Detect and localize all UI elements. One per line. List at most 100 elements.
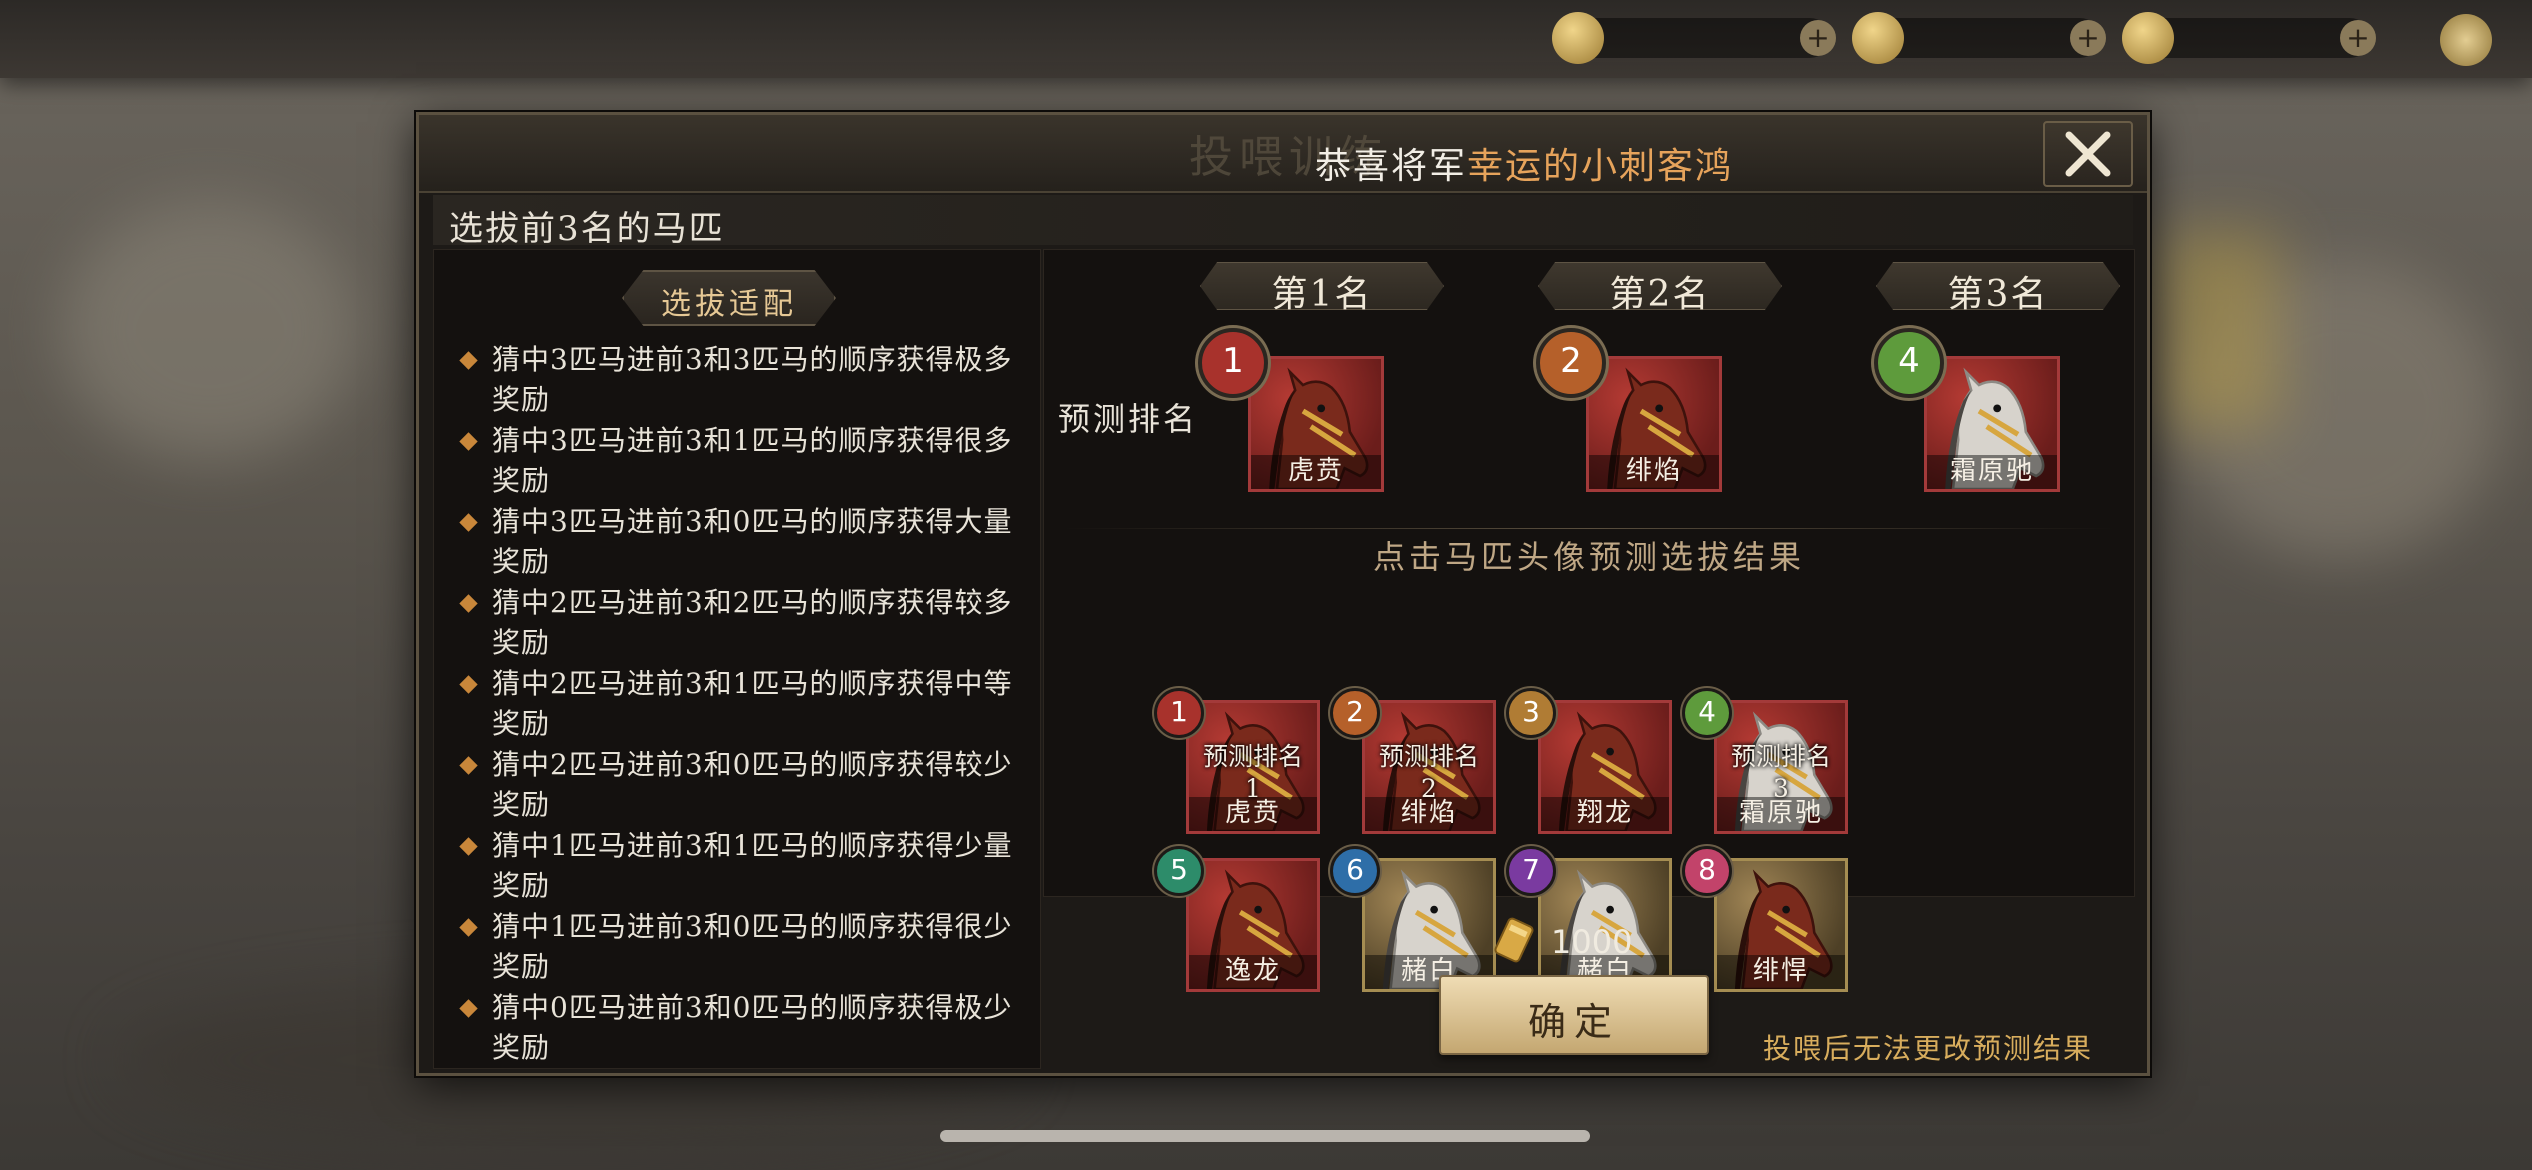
rank-label: 第1名 xyxy=(1271,274,1373,315)
rule-text: 猜中2匹马进前3和0匹马的顺序获得较少奖励 xyxy=(492,748,1013,821)
close-button[interactable] xyxy=(2043,121,2133,187)
feed-cost: 1000 xyxy=(1491,915,1632,965)
rank-1-badge: 1 xyxy=(1198,328,1268,398)
rank-3-slot[interactable]: 霜原驰 xyxy=(1924,356,2060,492)
rule-item: 猜中2匹马进前3和0匹马的顺序获得较少奖励 xyxy=(458,745,1028,826)
rule-text: 猜中3匹马进前3和3匹马的顺序获得极多奖励 xyxy=(492,343,1013,416)
subtitle-bar: 选拔前3名的马匹 xyxy=(433,195,2133,249)
rank-1-tag: 第1名 xyxy=(1200,262,1444,310)
feed-scroll-icon xyxy=(1494,917,1534,963)
horse-number-badge: 4 xyxy=(1682,688,1732,738)
rank-label: 第3名 xyxy=(1947,274,2049,315)
rule-item: 猜中2匹马进前3和2匹马的顺序获得较多奖励 xyxy=(458,583,1028,664)
horse-name: 逸龙 xyxy=(1189,955,1317,989)
close-icon xyxy=(2065,131,2111,177)
player-name: 幸运的小刺客鸿 xyxy=(1467,146,1734,187)
bullet-icon xyxy=(459,594,478,613)
background-blur xyxy=(60,200,360,460)
horse-card[interactable]: 预测排名 1 虎贲 xyxy=(1186,700,1320,834)
resource-slot[interactable]: + xyxy=(1552,12,1836,64)
predicted-rank-overlay: 预测排名 2 xyxy=(1378,742,1479,803)
horse-number-badge: 8 xyxy=(1682,846,1732,896)
congrats-banner: 恭喜将军幸运的小刺客鸿 xyxy=(1315,137,1733,189)
horse-name: 霜原驰 xyxy=(1717,797,1845,831)
dialog-header: 投喂训练 恭喜将军幸运的小刺客鸿 xyxy=(419,115,2147,193)
resource-slot[interactable]: + xyxy=(1852,12,2106,64)
rank-2-tag: 第2名 xyxy=(1538,262,1782,310)
plus-icon[interactable]: + xyxy=(2070,20,2106,56)
feed-training-dialog: 投喂训练 恭喜将军幸运的小刺客鸿 选拔前3名的马匹 选拔适配 猜中3匹马进前3和… xyxy=(416,112,2150,1076)
horse-name: 绯焰 xyxy=(1589,455,1719,489)
bullet-icon xyxy=(459,432,478,451)
horse-number-badge: 1 xyxy=(1154,688,1204,738)
rule-text: 猜中3匹马进前3和0匹马的顺序获得大量奖励 xyxy=(492,505,1013,578)
rank-3-badge: 4 xyxy=(1874,328,1944,398)
rule-text: 猜中1匹马进前3和0匹马的顺序获得很少奖励 xyxy=(492,910,1013,983)
plus-icon[interactable]: + xyxy=(2340,20,2376,56)
horse-name: 霜原驰 xyxy=(1927,455,2057,489)
bullet-icon xyxy=(459,675,478,694)
congrats-prefix: 恭喜将军 xyxy=(1315,146,1468,187)
bullet-icon xyxy=(459,756,478,775)
cost-value: 1000 xyxy=(1551,923,1633,961)
rank-2-slot[interactable]: 绯焰 xyxy=(1586,356,1722,492)
top-resource-bar: + + + xyxy=(0,0,2532,78)
divider xyxy=(1064,528,2114,529)
horse-card[interactable]: 预测排名 3 霜原驰 xyxy=(1714,700,1848,834)
subtitle: 选拔前3名的马匹 xyxy=(449,209,725,249)
predicted-rank-overlay: 预测排名 3 xyxy=(1730,742,1831,803)
rules-list: 猜中3匹马进前3和3匹马的顺序获得极多奖励 猜中3匹马进前3和1匹马的顺序获得很… xyxy=(458,340,1028,1069)
horse-number-badge: 2 xyxy=(1330,688,1380,738)
rules-tag: 选拔适配 xyxy=(622,270,836,326)
confirm-button[interactable]: 确定 xyxy=(1439,975,1709,1055)
plus-icon[interactable]: + xyxy=(1800,20,1836,56)
rule-item: 猜中3匹马进前3和0匹马的顺序获得大量奖励 xyxy=(458,502,1028,583)
horse-card[interactable]: 赭白 xyxy=(1362,858,1496,992)
background-banner xyxy=(2160,230,2280,430)
rule-item: 猜中3匹马进前3和3匹马的顺序获得极多奖励 xyxy=(458,340,1028,421)
horse-number-badge: 3 xyxy=(1506,688,1556,738)
bullet-icon xyxy=(459,351,478,370)
rank-2-badge: 2 xyxy=(1536,328,1606,398)
confirm-label: 确定 xyxy=(1527,1000,1620,1044)
rule-text: 猜中2匹马进前3和1匹马的顺序获得中等奖励 xyxy=(492,667,1013,740)
reward-rules-panel: 选拔适配 猜中3匹马进前3和3匹马的顺序获得极多奖励 猜中3匹马进前3和1匹马的… xyxy=(433,249,1041,1069)
horse-name: 虎贲 xyxy=(1189,797,1317,831)
rule-text: 猜中2匹马进前3和2匹马的顺序获得较多奖励 xyxy=(492,586,1013,659)
horse-name: 绯悍 xyxy=(1717,955,1845,989)
prediction-panel: 第1名 第2名 第3名 预测排名 虎贲 1 绯焰 2 霜原驰 4 点击马匹头像预… xyxy=(1043,249,2135,992)
rule-item: 猜中1匹马进前3和0匹马的顺序获得很少奖励 xyxy=(458,907,1028,988)
horse-number-badge: 5 xyxy=(1154,846,1204,896)
horse-card[interactable]: 逸龙 xyxy=(1186,858,1320,992)
bullet-icon xyxy=(459,837,478,856)
horse-card[interactable]: 翔龙 xyxy=(1538,700,1672,834)
rule-item: 猜中2匹马进前3和1匹马的顺序获得中等奖励 xyxy=(458,664,1028,745)
horse-name: 绯焰 xyxy=(1365,797,1493,831)
horse-name: 翔龙 xyxy=(1541,797,1669,831)
rules-tag-label: 选拔适配 xyxy=(661,287,797,322)
rule-item: 猜中3匹马进前3和1匹马的顺序获得很多奖励 xyxy=(458,421,1028,502)
home-indicator[interactable] xyxy=(940,1130,1590,1142)
bullet-icon xyxy=(459,999,478,1018)
predicted-rank-overlay: 预测排名 1 xyxy=(1202,742,1303,803)
horse-card[interactable]: 预测排名 2 绯焰 xyxy=(1362,700,1496,834)
bullet-icon xyxy=(459,918,478,937)
rule-text: 猜中1匹马进前3和1匹马的顺序获得少量奖励 xyxy=(492,829,1013,902)
rule-item: 猜中1匹马进前3和1匹马的顺序获得少量奖励 xyxy=(458,826,1028,907)
menu-icon[interactable] xyxy=(2440,14,2492,66)
horse-card[interactable]: 绯悍 xyxy=(1714,858,1848,992)
horse-name: 虎贲 xyxy=(1251,455,1381,489)
rank-label: 第2名 xyxy=(1609,274,1711,315)
rule-text: 猜中3匹马进前3和1匹马的顺序获得很多奖励 xyxy=(492,424,1013,497)
gold-icon xyxy=(1552,12,1604,64)
horse-number-badge: 7 xyxy=(1506,846,1556,896)
prediction-hint: 点击马匹头像预测选拔结果 xyxy=(1372,538,1805,576)
resource-slot[interactable]: + xyxy=(2122,12,2376,64)
rank-1-slot[interactable]: 虎贲 xyxy=(1248,356,1384,492)
prediction-label: 预测排名 xyxy=(1058,400,1199,438)
coin-icon xyxy=(1852,12,1904,64)
rank-3-tag: 第3名 xyxy=(1876,262,2120,310)
rule-text: 猜中0匹马进前3和0匹马的顺序获得极少奖励 xyxy=(492,991,1013,1064)
bullet-icon xyxy=(459,513,478,532)
horse-number-badge: 6 xyxy=(1330,846,1380,896)
